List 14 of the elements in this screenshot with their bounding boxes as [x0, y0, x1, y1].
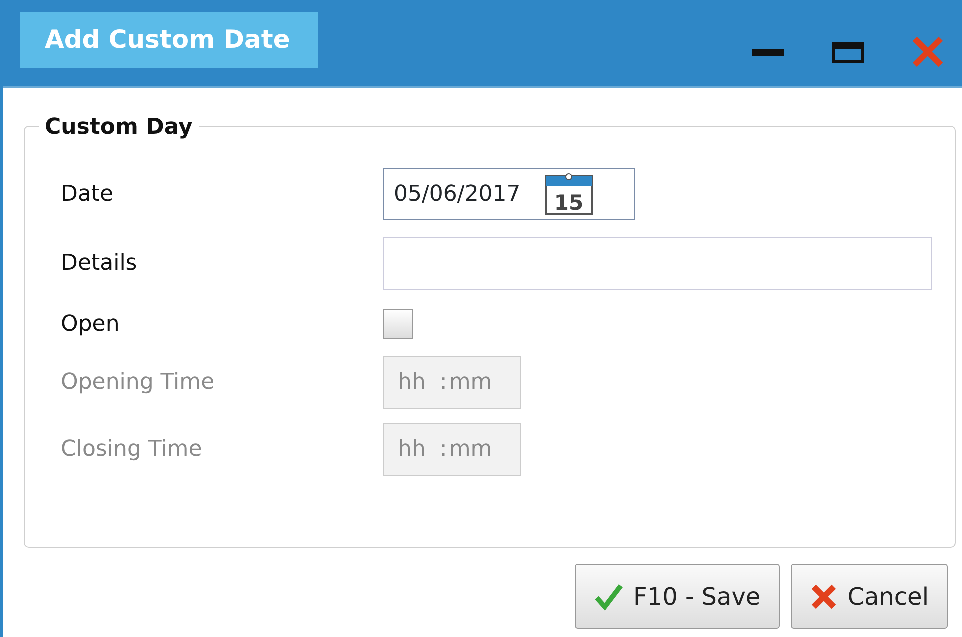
field-label: Open: [61, 310, 121, 338]
date-field[interactable]: 05/06/2017 15: [383, 168, 635, 220]
cancel-button[interactable]: Cancel: [790, 564, 948, 629]
checkbox[interactable]: [383, 309, 413, 339]
check-icon: [594, 582, 624, 610]
field-label: Opening Time: [61, 369, 216, 397]
details-field[interactable]: [383, 237, 932, 290]
field-label: Details: [61, 250, 138, 278]
calendar-icon[interactable]: 15: [544, 173, 593, 215]
field-label: Closing Time: [61, 436, 204, 464]
save-button[interactable]: F10 - Save: [574, 564, 780, 629]
window-title: Add Custom Date: [20, 12, 318, 68]
field-label: Date: [61, 180, 115, 208]
cross-icon: [810, 582, 838, 610]
